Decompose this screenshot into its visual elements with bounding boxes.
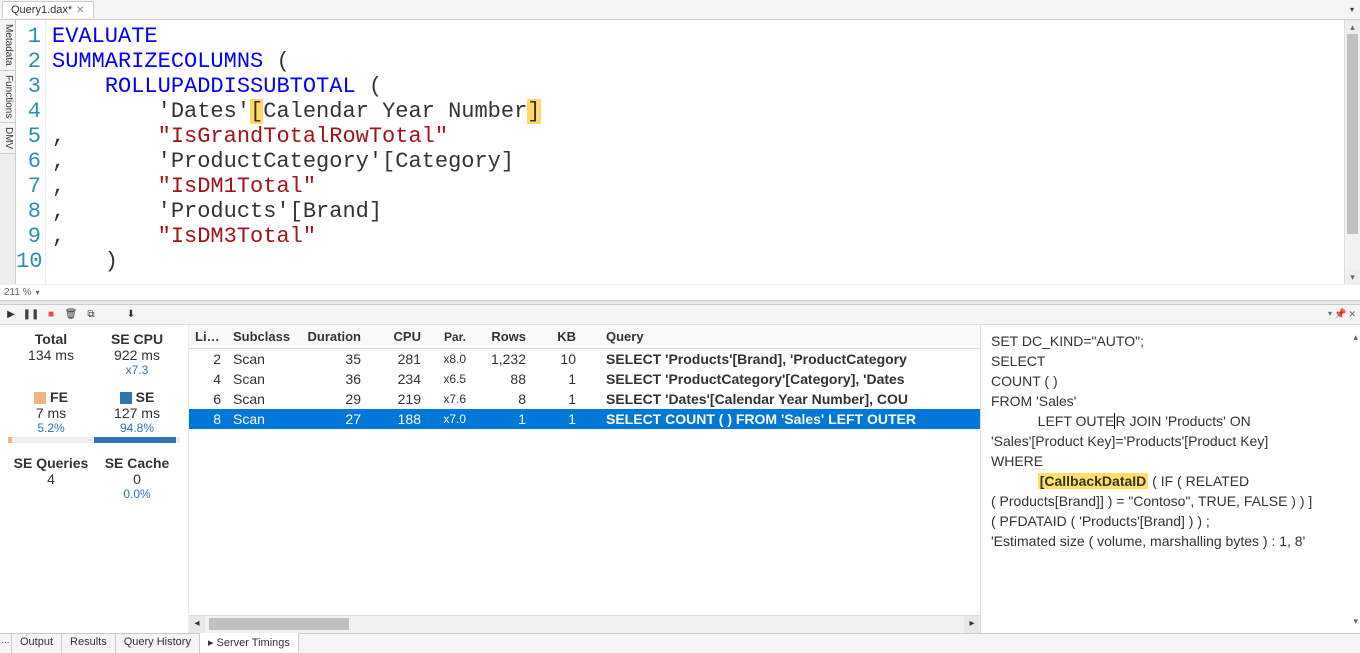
tab-query-history[interactable]: Query History: [116, 634, 200, 653]
panel-close-icon[interactable]: ✕: [1348, 309, 1356, 320]
side-tab-dmv[interactable]: DMV: [0, 123, 15, 154]
copy-button[interactable]: ⧉: [84, 308, 98, 322]
timings-content: Total 134 ms SE CPU 922 ms x7.3 FE 7 ms …: [0, 325, 1360, 633]
detail-line: 'Estimated size ( volume, marshalling by…: [991, 531, 1350, 551]
detail-line: ( PFDATAID ( 'Products'[Brand] ) ) ;: [991, 511, 1350, 531]
grid-body: 2Scan35281x8.01,23210SELECT 'Products'[B…: [189, 349, 980, 615]
detail-scroll-down-icon[interactable]: ▾: [1353, 611, 1358, 631]
close-icon[interactable]: ✕: [76, 5, 84, 16]
detail-line: LEFT OUTER JOIN 'Products' ON: [991, 411, 1350, 431]
se-value: 127 ms: [94, 405, 180, 421]
table-row[interactable]: 4Scan36234x6.5881SELECT 'ProductCategory…: [189, 369, 980, 389]
stats-panel: Total 134 ms SE CPU 922 ms x7.3 FE 7 ms …: [0, 325, 188, 633]
secpu-factor: x7.3: [94, 363, 180, 377]
play-button[interactable]: ▶: [4, 308, 18, 322]
detail-line: SET DC_KIND="AUTO";: [991, 331, 1350, 351]
side-tab-functions[interactable]: Functions: [0, 71, 15, 123]
fe-color-swatch: [34, 392, 46, 404]
col-subclass[interactable]: Subclass: [227, 327, 299, 346]
se-queries-label: SE Queries: [8, 455, 94, 471]
fe-pct: 5.2%: [8, 421, 94, 435]
zoom-bar: 211 % ▾: [0, 284, 1360, 300]
secpu-label: SE CPU: [94, 331, 180, 347]
col-kb[interactable]: KB: [532, 327, 582, 346]
timings-toolbar: ▶ ❚❚ ■ 🗑 ⧉ ⬇ ▾ 📌 ✕: [0, 305, 1360, 325]
se-bar: [94, 437, 180, 443]
se-cache-label: SE Cache: [94, 455, 180, 471]
callback-highlight: [CallbackDataID: [1038, 473, 1149, 489]
zoom-level[interactable]: 211 %: [4, 287, 32, 298]
table-row[interactable]: 6Scan29219x7.681SELECT 'Dates'[Calendar …: [189, 389, 980, 409]
grid-header: Line Subclass Duration CPU Par. Rows KB …: [189, 325, 980, 349]
document-tab-title: Query1.dax*: [11, 4, 72, 16]
col-rows[interactable]: Rows: [472, 327, 532, 346]
detail-line: FROM 'Sales': [991, 391, 1350, 411]
tabstrip-overflow: ▾: [1350, 5, 1354, 14]
hscroll-thumb[interactable]: [209, 618, 349, 630]
se-cache-value: 0: [94, 471, 180, 487]
table-row[interactable]: 2Scan35281x8.01,23210SELECT 'Products'[B…: [189, 349, 980, 369]
se-queries-value: 4: [8, 471, 94, 487]
side-tab-metadata[interactable]: Metadata: [0, 20, 15, 71]
query-detail-panel: ▴ SET DC_KIND="AUTO"; SELECT COUNT ( ) F…: [980, 325, 1360, 633]
secpu-value: 922 ms: [94, 347, 180, 363]
fe-bar: [8, 437, 94, 443]
detail-line: [CallbackDataID ( IF ( RELATED: [991, 471, 1350, 491]
detail-line: COUNT ( ): [991, 371, 1350, 391]
line-gutter: 12345678910: [16, 20, 46, 284]
total-label: Total: [8, 331, 94, 347]
document-tab[interactable]: Query1.dax* ✕: [2, 1, 94, 18]
hscroll-right-icon[interactable]: ▸: [964, 616, 980, 633]
scroll-up-icon[interactable]: ▴: [1345, 20, 1360, 34]
results-tabstrip: ⋯ Output Results Query History ▸ Server …: [0, 633, 1360, 653]
fe-label: FE: [8, 389, 94, 405]
hscroll-left-icon[interactable]: ◂: [189, 616, 205, 633]
col-duration[interactable]: Duration: [299, 327, 367, 346]
col-cpu[interactable]: CPU: [367, 327, 427, 346]
tab-scroll-icon[interactable]: ⋯: [0, 634, 12, 653]
clear-button[interactable]: 🗑: [64, 308, 78, 322]
se-label: SE: [94, 389, 180, 405]
code-editor[interactable]: 12345678910 EVALUATESUMMARIZECOLUMNS ( R…: [16, 20, 1360, 284]
col-par[interactable]: Par.: [427, 328, 472, 346]
code-area[interactable]: EVALUATESUMMARIZECOLUMNS ( ROLLUPADDISSU…: [46, 20, 1360, 284]
export-button[interactable]: ⬇: [124, 308, 138, 322]
timings-grid: Line Subclass Duration CPU Par. Rows KB …: [188, 325, 980, 633]
se-color-swatch: [120, 392, 132, 404]
col-query[interactable]: Query: [600, 327, 980, 346]
detail-line: ( Products[Brand]] ) = "Contoso", TRUE, …: [991, 491, 1350, 511]
pause-button[interactable]: ❚❚: [24, 308, 38, 322]
fe-value: 7 ms: [8, 405, 94, 421]
tabstrip-menu-icon[interactable]: ▾: [1350, 5, 1354, 14]
tab-server-timings[interactable]: ▸ Server Timings: [200, 633, 299, 652]
horizontal-scrollbar[interactable]: ◂ ▸: [189, 615, 980, 633]
tab-results[interactable]: Results: [62, 634, 116, 653]
text-caret: [1114, 413, 1115, 429]
detail-line: SELECT: [991, 351, 1350, 371]
total-value: 134 ms: [8, 347, 94, 363]
panel-menu-icon[interactable]: ▾: [1328, 309, 1332, 320]
zoom-dropdown-icon[interactable]: ▾: [36, 288, 40, 297]
side-tabstrip: Metadata Functions DMV: [0, 20, 16, 284]
detail-scroll-up-icon[interactable]: ▴: [1353, 327, 1358, 347]
se-cache-pct: 0.0%: [94, 487, 180, 501]
table-row[interactable]: 8Scan27188x7.011SELECT COUNT ( ) FROM 'S…: [189, 409, 980, 429]
se-pct: 94.8%: [94, 421, 180, 435]
col-line[interactable]: Line: [189, 327, 227, 346]
detail-line: WHERE: [991, 451, 1350, 471]
stop-button[interactable]: ■: [44, 308, 58, 322]
editor-row: Metadata Functions DMV 12345678910 EVALU…: [0, 20, 1360, 284]
vertical-scrollbar[interactable]: ▴ ▾: [1344, 20, 1360, 284]
detail-line: 'Sales'[Product Key]='Products'[Product …: [991, 431, 1350, 451]
pin-icon[interactable]: 📌: [1334, 309, 1346, 320]
scroll-thumb[interactable]: [1347, 34, 1358, 234]
scroll-down-icon[interactable]: ▾: [1345, 270, 1360, 284]
tab-output[interactable]: Output: [12, 634, 62, 653]
document-tabstrip: Query1.dax* ✕ ▾: [0, 0, 1360, 20]
col-gap: [582, 335, 600, 339]
